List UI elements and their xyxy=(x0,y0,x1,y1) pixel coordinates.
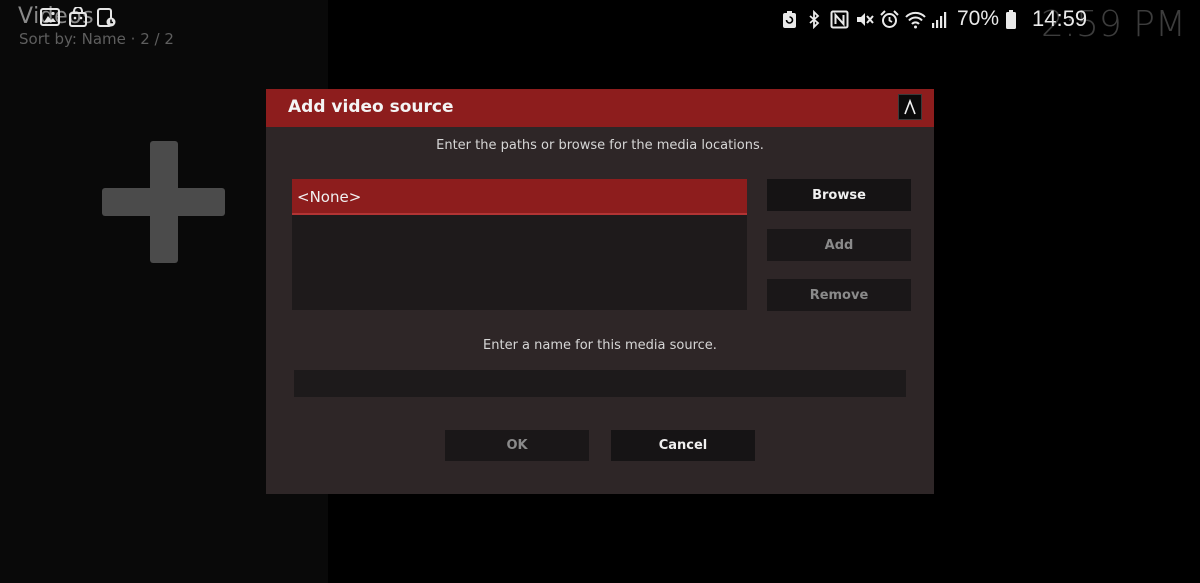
alarm-icon xyxy=(880,9,899,29)
remove-button[interactable]: Remove xyxy=(767,279,911,311)
cancel-button[interactable]: Cancel xyxy=(611,430,755,461)
close-button[interactable] xyxy=(898,94,922,120)
path-item-label: <None> xyxy=(297,188,362,206)
screenshot-icon xyxy=(96,7,116,27)
nfc-icon xyxy=(830,10,849,29)
source-name-input[interactable] xyxy=(294,370,906,397)
add-button[interactable]: Add xyxy=(767,229,911,261)
battery-icon xyxy=(1005,9,1024,29)
dialog-header: Add video source xyxy=(266,89,934,127)
status-bar-system: 70% 14:59 xyxy=(780,6,1087,32)
gallery-icon xyxy=(40,7,60,27)
dialog-title: Add video source xyxy=(288,97,454,117)
browse-button[interactable]: Browse xyxy=(767,179,911,211)
status-clock: 14:59 xyxy=(1032,6,1088,31)
status-bar-notifications xyxy=(40,6,116,27)
sort-info: Sort by: Name · 2 / 2 xyxy=(19,30,174,48)
path-list-item[interactable]: <None> xyxy=(292,179,747,215)
path-list[interactable]: <None> xyxy=(292,179,747,310)
plus-horizontal-bar xyxy=(102,188,225,216)
signal-icon xyxy=(930,10,949,29)
wifi-icon xyxy=(905,10,926,29)
close-icon xyxy=(904,99,916,115)
shopping-bag-icon xyxy=(68,6,88,27)
paths-instruction: Enter the paths or browse for the media … xyxy=(436,138,764,153)
mute-icon xyxy=(855,10,874,29)
battery-saver-icon xyxy=(780,10,799,29)
name-instruction: Enter a name for this media source. xyxy=(483,338,717,353)
add-video-source-dialog: Add video source Enter the paths or brow… xyxy=(266,89,934,494)
battery-percent: 70% xyxy=(957,7,1000,30)
bluetooth-icon xyxy=(805,9,824,29)
ok-button[interactable]: OK xyxy=(445,430,589,461)
